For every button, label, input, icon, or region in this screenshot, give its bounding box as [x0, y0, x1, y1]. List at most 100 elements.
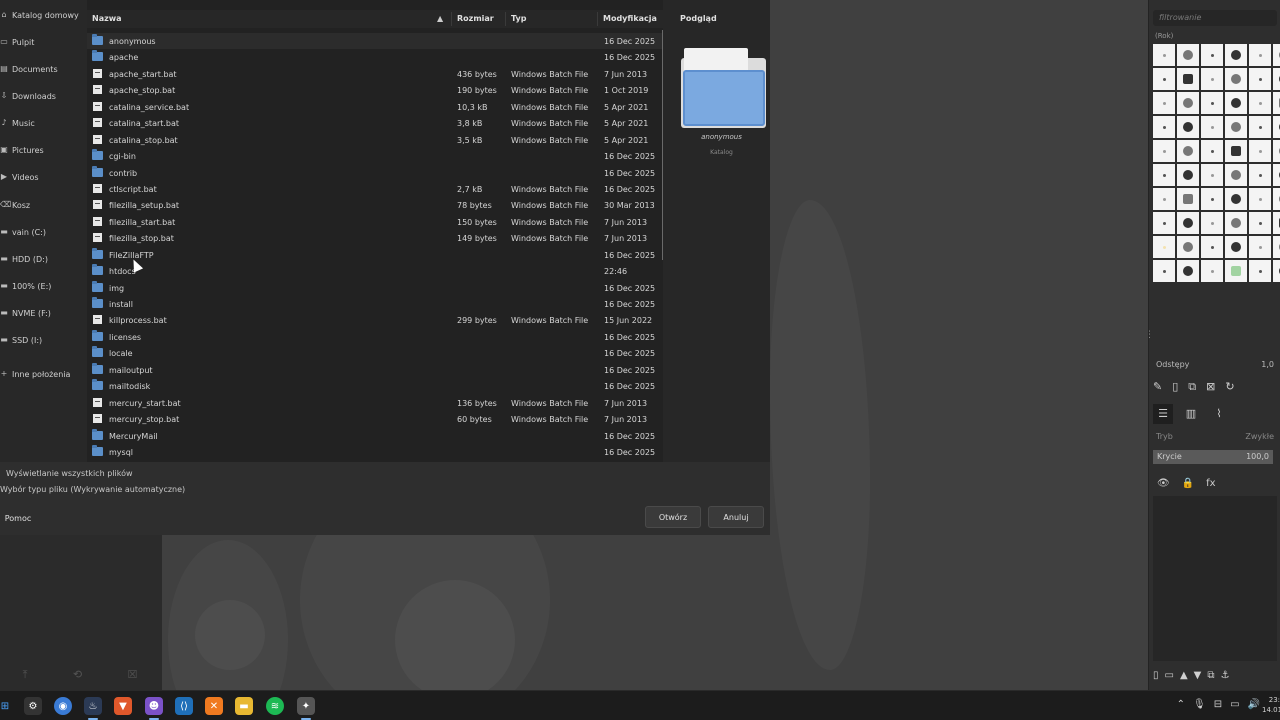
- sidebar-place-item[interactable]: ▬ vain (C:): [0, 223, 87, 241]
- file-explorer-app-icon[interactable]: ▬: [235, 697, 253, 715]
- file-row[interactable]: FileZillaFTP 16 Dec 2025: [87, 247, 663, 263]
- sort-ascending-icon[interactable]: ▲: [437, 14, 443, 23]
- brush-thumbnail[interactable]: [1273, 116, 1280, 138]
- browser-app-icon[interactable]: ◉: [54, 697, 72, 715]
- anchor-icon[interactable]: ⚓: [1221, 670, 1230, 681]
- sidebar-place-item[interactable]: ▤ Documents: [0, 60, 87, 78]
- duplicate-layer-icon[interactable]: ⧉: [1207, 670, 1214, 681]
- brush-thumbnail[interactable]: [1225, 116, 1247, 138]
- edit-brush-icon[interactable]: ✎: [1153, 380, 1162, 394]
- taskbar-clock[interactable]: 23: 14.01.20: [1262, 695, 1280, 715]
- reset-icon[interactable]: ⟲: [73, 668, 82, 684]
- brush-thumbnail[interactable]: [1177, 116, 1199, 138]
- show-all-files-toggle[interactable]: Wyświetlanie wszystkich plików: [6, 469, 133, 478]
- brave-app-icon[interactable]: ▼: [114, 697, 132, 715]
- brush-thumbnail[interactable]: [1201, 92, 1223, 114]
- brush-spacing-row[interactable]: Odstępy 1,0: [1153, 360, 1277, 374]
- discord-app-icon[interactable]: ☻: [145, 697, 163, 720]
- brush-thumbnail[interactable]: [1177, 140, 1199, 162]
- spacing-value[interactable]: 1,0: [1261, 360, 1274, 374]
- steam-app-icon[interactable]: ♨: [84, 697, 102, 720]
- brush-thumbnail[interactable]: [1201, 140, 1223, 162]
- file-row[interactable]: killprocess.bat 299 bytes Windows Batch Fi…: [87, 312, 663, 328]
- dock-resize-grip[interactable]: ⋮: [1145, 330, 1154, 340]
- brush-thumbnail[interactable]: [1153, 68, 1175, 90]
- brush-thumbnail[interactable]: [1249, 164, 1271, 186]
- brush-thumbnail[interactable]: [1153, 212, 1175, 234]
- file-row[interactable]: apache_start.bat 436 bytes Windows Batch F…: [87, 66, 663, 82]
- lower-layer-icon[interactable]: ▼: [1194, 670, 1202, 681]
- file-row[interactable]: install 16 Dec 2025: [87, 296, 663, 312]
- layers-list[interactable]: [1153, 496, 1277, 661]
- help-button[interactable]: Pomoc: [0, 507, 36, 529]
- brush-thumbnail[interactable]: [1201, 68, 1223, 90]
- sidebar-place-item[interactable]: ▣ Pictures: [0, 141, 87, 159]
- brush-thumbnail[interactable]: [1177, 44, 1199, 66]
- microphone-icon[interactable]: 🎙: [1193, 699, 1206, 710]
- column-type-header[interactable]: Typ: [511, 14, 526, 23]
- file-row[interactable]: filezilla_setup.bat 78 bytes Windows Batch…: [87, 197, 663, 213]
- brush-thumbnail[interactable]: [1201, 260, 1223, 282]
- brush-thumbnail[interactable]: [1249, 44, 1271, 66]
- gimp-app-icon[interactable]: ✦: [297, 697, 315, 720]
- brush-thumbnail[interactable]: [1225, 188, 1247, 210]
- new-layer-icon[interactable]: ▯: [1153, 670, 1159, 681]
- file-type-selector[interactable]: Wybór typu pliku (Wykrywanie automatyczn…: [0, 485, 185, 494]
- settings-app-icon[interactable]: ⚙: [24, 697, 42, 715]
- refresh-brushes-icon[interactable]: ↻: [1225, 380, 1234, 394]
- brush-thumbnail[interactable]: [1153, 44, 1175, 66]
- file-row[interactable]: licenses 16 Dec 2025: [87, 329, 663, 345]
- start-menu-icon[interactable]: ⊞: [0, 697, 10, 715]
- brush-thumbnail[interactable]: [1201, 164, 1223, 186]
- brush-thumbnail[interactable]: [1273, 164, 1280, 186]
- file-row[interactable]: mercury_start.bat 136 bytes Windows Batch …: [87, 395, 663, 411]
- spotify-app-icon[interactable]: ≋: [266, 697, 284, 715]
- brush-thumbnail[interactable]: [1273, 140, 1280, 162]
- sidebar-place-item[interactable]: ♪ Music: [0, 114, 87, 132]
- brush-thumbnail[interactable]: [1249, 140, 1271, 162]
- brush-thumbnail[interactable]: [1273, 212, 1280, 234]
- brush-thumbnail[interactable]: [1177, 260, 1199, 282]
- file-row[interactable]: htdocs 22:46: [87, 263, 663, 279]
- brush-thumbnail[interactable]: [1177, 188, 1199, 210]
- column-modified-header[interactable]: Modyfikacja: [603, 14, 657, 23]
- mode-select[interactable]: Zwykłe: [1245, 432, 1274, 441]
- raise-layer-icon[interactable]: ▲: [1180, 670, 1188, 681]
- brush-thumbnail[interactable]: [1153, 188, 1175, 210]
- sidebar-place-item[interactable]: + Inne położenia: [0, 365, 87, 383]
- file-row[interactable]: apache 16 Dec 2025: [87, 49, 663, 65]
- tray-chevron-icon[interactable]: ⌃: [1177, 699, 1185, 710]
- brush-thumbnail[interactable]: [1153, 164, 1175, 186]
- brush-thumbnail[interactable]: [1225, 260, 1247, 282]
- new-brush-icon[interactable]: ▯: [1172, 380, 1178, 394]
- file-row[interactable]: ctlscript.bat 2,7 kB Windows Batch File 16 …: [87, 181, 663, 197]
- brush-thumbnail[interactable]: [1249, 260, 1271, 282]
- file-row[interactable]: apache_stop.bat 190 bytes Windows Batch Fi…: [87, 82, 663, 98]
- brush-thumbnail[interactable]: [1225, 92, 1247, 114]
- brush-thumbnail[interactable]: [1273, 260, 1280, 282]
- brush-thumbnail[interactable]: [1177, 236, 1199, 258]
- column-name-header[interactable]: Nazwa: [92, 14, 122, 23]
- sidebar-place-item[interactable]: ▭ Pulpit: [0, 33, 87, 51]
- network-icon[interactable]: ⊟: [1214, 699, 1222, 710]
- brush-thumbnail[interactable]: [1249, 92, 1271, 114]
- brush-thumbnail[interactable]: [1177, 68, 1199, 90]
- brush-thumbnail[interactable]: [1201, 44, 1223, 66]
- brush-thumbnail[interactable]: [1201, 212, 1223, 234]
- file-row[interactable]: catalina_stop.bat 3,5 kB Windows Batch Fil…: [87, 132, 663, 148]
- visibility-icon[interactable]: 👁: [1157, 478, 1170, 489]
- duplicate-brush-icon[interactable]: ⧉: [1188, 380, 1196, 394]
- brush-thumbnail[interactable]: [1225, 44, 1247, 66]
- brush-thumbnail[interactable]: [1153, 92, 1175, 114]
- brush-thumbnail[interactable]: [1249, 68, 1271, 90]
- brush-thumbnail[interactable]: [1177, 92, 1199, 114]
- brush-thumbnail[interactable]: [1201, 188, 1223, 210]
- brush-thumbnail[interactable]: [1273, 92, 1280, 114]
- file-row[interactable]: mailtodisk 16 Dec 2025: [87, 378, 663, 394]
- delete-brush-icon[interactable]: ⊠: [1206, 380, 1215, 394]
- brush-thumbnail[interactable]: [1177, 164, 1199, 186]
- brush-thumbnail[interactable]: [1225, 212, 1247, 234]
- brush-thumbnail[interactable]: [1225, 164, 1247, 186]
- cancel-button[interactable]: Anuluj: [708, 506, 764, 528]
- file-row[interactable]: img 16 Dec 2025: [87, 280, 663, 296]
